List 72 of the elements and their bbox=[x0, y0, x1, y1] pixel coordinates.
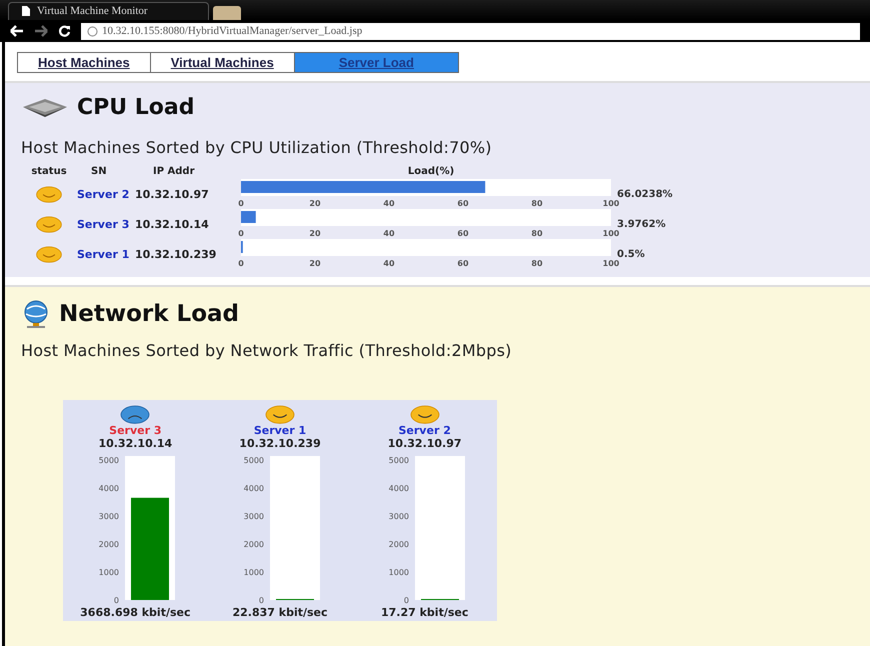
tick-label: 100 bbox=[602, 259, 620, 268]
tick-label: 3000 bbox=[244, 512, 264, 521]
load-reading: 66.0238% bbox=[617, 188, 673, 200]
column-header: status bbox=[30, 166, 68, 176]
tick-label: 0 bbox=[404, 596, 409, 605]
tick-label: 40 bbox=[383, 229, 395, 238]
tick-label: 4000 bbox=[388, 484, 409, 493]
ip-address: 10.32.10.239 bbox=[135, 248, 218, 260]
tick-label: 100 bbox=[602, 199, 620, 208]
section-subtitle: Host Machines Sorted by CPU Utilization (Threshold:70%) bbox=[21, 138, 493, 157]
tick-label: 80 bbox=[531, 199, 543, 208]
tick-label: 5000 bbox=[388, 456, 409, 465]
tick-label: 0 bbox=[238, 259, 244, 268]
server-link[interactable]: Server 2 bbox=[77, 188, 135, 200]
server-link[interactable]: Server 1 bbox=[77, 248, 135, 260]
browser-tab[interactable]: Virtual Machine Monitor bbox=[8, 2, 209, 20]
forward-icon[interactable] bbox=[34, 25, 48, 37]
tick-label: 0 bbox=[258, 596, 264, 605]
ip-address: 10.32.10.14 bbox=[98, 437, 172, 450]
tick-label: 2000 bbox=[98, 540, 120, 549]
ip-address: 10.32.10.239 bbox=[239, 437, 321, 450]
tick-label: 1000 bbox=[244, 568, 264, 577]
tick-label: 0 bbox=[114, 596, 120, 605]
tick-label: 40 bbox=[383, 259, 395, 268]
tick-label: 80 bbox=[531, 259, 543, 268]
tick-label: 60 bbox=[457, 229, 469, 238]
tick-label: 80 bbox=[531, 229, 543, 238]
tick-label: 60 bbox=[457, 199, 469, 208]
ip-address: 10.32.10.14 bbox=[135, 218, 210, 230]
chip-icon bbox=[21, 96, 69, 118]
tick-label: 4000 bbox=[244, 484, 264, 493]
column-header: IP Addr bbox=[152, 166, 196, 176]
section-subtitle: Host Machines Sorted by Network Traffic (Threshold:2Mbps) bbox=[21, 341, 513, 360]
section-title: Network Load bbox=[59, 301, 239, 327]
tick-label: 5000 bbox=[98, 456, 120, 465]
traffic-reading: 17.27 kbit/sec bbox=[380, 606, 468, 619]
tick-label: 100 bbox=[602, 229, 620, 238]
tick-label: 2000 bbox=[244, 540, 264, 549]
address-field[interactable]: 10.32.10.155:8080/HybridVirtualManager/server_Load.jsp bbox=[81, 22, 860, 40]
tick-label: 5000 bbox=[244, 456, 264, 465]
traffic-reading: 3668.698 kbit/sec bbox=[80, 606, 191, 619]
server-link[interactable]: Server 3 bbox=[109, 424, 162, 437]
ip-address: 10.32.10.97 bbox=[135, 188, 210, 200]
tick-label: 3000 bbox=[98, 512, 120, 521]
tick-label: 20 bbox=[309, 229, 321, 238]
tick-label: 60 bbox=[457, 259, 469, 268]
column-header: SN bbox=[90, 166, 108, 176]
tick-label: 1000 bbox=[98, 568, 120, 577]
nav-tab[interactable]: Virtual Machines bbox=[150, 52, 295, 73]
tick-label: 1000 bbox=[388, 568, 409, 577]
tick-label: 40 bbox=[383, 199, 395, 208]
ip-address: 10.32.10.97 bbox=[388, 437, 462, 450]
traffic-reading: 22.837 kbit/sec bbox=[232, 606, 328, 619]
page-icon bbox=[21, 5, 31, 17]
tick-label: 4000 bbox=[98, 484, 120, 493]
section-title: CPU Load bbox=[77, 95, 195, 120]
server-link[interactable]: Server 3 bbox=[77, 218, 135, 230]
load-reading: 0.5% bbox=[617, 248, 645, 260]
tick-label: 20 bbox=[309, 259, 321, 268]
reload-icon[interactable] bbox=[58, 24, 71, 38]
new-tab-button[interactable] bbox=[212, 6, 241, 20]
tick-label: 0 bbox=[238, 229, 244, 238]
nav-tab[interactable]: Host Machines bbox=[17, 52, 151, 73]
server-link[interactable]: Server 2 bbox=[398, 424, 451, 437]
load-reading: 3.9762% bbox=[617, 218, 666, 230]
column-header: Load(%) bbox=[406, 166, 456, 176]
server-link[interactable]: Server 1 bbox=[254, 424, 306, 437]
tick-label: 20 bbox=[309, 199, 321, 208]
tick-label: 0 bbox=[238, 199, 244, 208]
back-icon[interactable] bbox=[10, 25, 24, 37]
tick-label: 3000 bbox=[388, 512, 409, 521]
tick-label: 2000 bbox=[388, 540, 409, 549]
